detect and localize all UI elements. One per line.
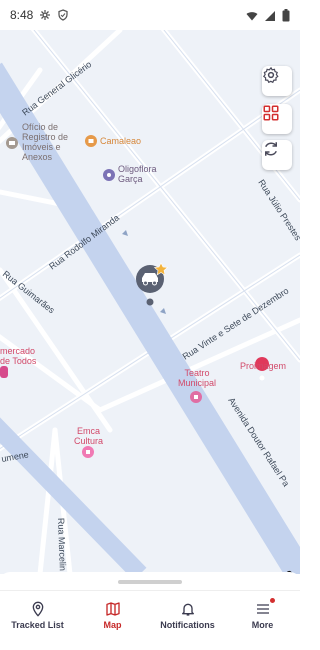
map-roads: Rua General Glicério Rua Rodolfo Miranda… (0, 30, 300, 574)
location-pin-icon (30, 601, 46, 617)
notification-badge (269, 598, 275, 603)
nav-more[interactable]: More (225, 591, 300, 640)
cellular-icon (264, 9, 276, 21)
poi-pin-oligoflora[interactable] (103, 169, 115, 181)
street-label-marcelino: Rua Marcelin (56, 518, 68, 571)
poi-pin-camaleao[interactable] (85, 135, 97, 147)
poi-label-mercado: mercado de Todos (0, 346, 37, 366)
nav-map-label: Map (103, 620, 122, 630)
gesture-area (0, 640, 300, 650)
poi-pin-oficio[interactable] (6, 137, 18, 149)
nav-map[interactable]: Map (75, 591, 150, 640)
nav-notifications[interactable]: Notifications (150, 591, 225, 640)
map-settings-button[interactable] (262, 66, 292, 96)
gear-icon (39, 9, 51, 21)
poi-pin-emca[interactable] (82, 446, 94, 458)
poi-pin-teatro[interactable] (190, 391, 202, 403)
bell-icon (180, 601, 196, 617)
map-icon (105, 601, 121, 617)
map-refresh-button[interactable] (262, 140, 292, 170)
poi-label-proimagem: Proimagem (240, 361, 287, 371)
poi-pin-mercado[interactable] (0, 366, 8, 378)
menu-icon (255, 598, 275, 617)
nav-tracked-list-label: Tracked List (11, 620, 64, 630)
street-label-julio-prestes: Rua Júlio Prestes (256, 178, 300, 243)
status-time: 8:48 (10, 8, 34, 22)
nav-more-label: More (251, 620, 274, 630)
poi-label-teatro: Teatro Municipal (178, 368, 217, 388)
status-bar: 8:48 (0, 0, 300, 30)
map-focus-button[interactable] (262, 104, 292, 134)
poi-label-oligoflora: Oligoflora Garça (118, 164, 157, 184)
shield-icon (57, 9, 69, 21)
poi-label-camaleao: Camaleao (100, 136, 142, 146)
nav-notifications-label: Notifications (160, 620, 215, 630)
map-view[interactable]: Rua General Glicério Rua Rodolfo Miranda… (0, 30, 300, 574)
nav-tracked-list[interactable]: Tracked List (0, 591, 75, 640)
bottom-sheet-handle[interactable] (118, 580, 182, 584)
poi-label-emca: Emca Cultura (74, 426, 104, 446)
poi-label-oficio: Ofício de Registro de Imóveis e Anexos (22, 122, 69, 162)
bottom-navigation: Tracked List Map Notifications More (0, 590, 300, 640)
wifi-icon (246, 9, 258, 21)
battery-icon (282, 9, 290, 22)
